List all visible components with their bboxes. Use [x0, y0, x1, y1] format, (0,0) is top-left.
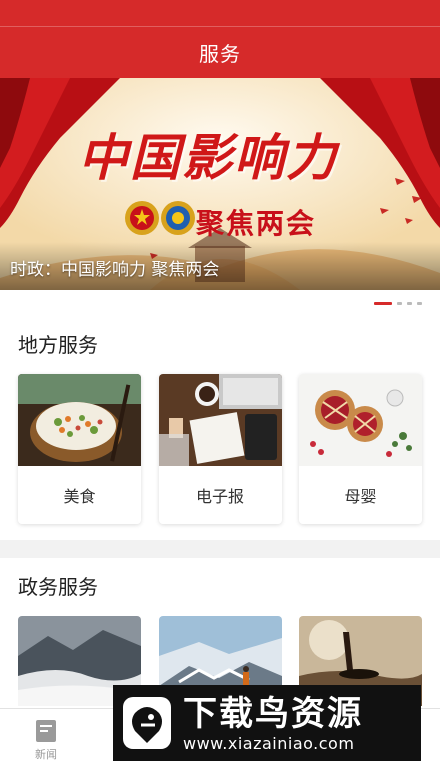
card-label: 美食 [63, 487, 96, 506]
desk-newspaper-photo [158, 374, 282, 466]
tab-label: 新闻 [35, 748, 57, 761]
food-photo [18, 374, 141, 466]
service-card-newspaper[interactable]: 电子报 [158, 374, 282, 524]
national-emblem-icon [125, 201, 159, 235]
card-label: 母婴 [344, 487, 377, 506]
local-services-section: 地方服务 美食 电子报 母婴 [0, 316, 440, 540]
page-title: 服务 [199, 42, 241, 66]
watermark-title: 下载鸟资源 [183, 693, 363, 734]
carousel-dot[interactable] [417, 301, 422, 305]
carousel-dot[interactable] [397, 301, 402, 305]
news-icon [36, 720, 56, 742]
watermark-overlay: 下载鸟资源 www.xiazainiao.com [113, 685, 421, 761]
status-bar [0, 0, 440, 26]
carousel-dot-active[interactable] [374, 301, 392, 305]
section-title: 地方服务 [18, 333, 98, 357]
banner-subline: 聚焦两会 [196, 207, 317, 240]
cppcc-emblem-icon [161, 201, 195, 235]
service-card-maternal[interactable]: 母婴 [299, 374, 422, 524]
card-label: 电子报 [195, 487, 244, 506]
section-divider [0, 540, 440, 558]
watermark-url: www.xiazainiao.com [183, 733, 355, 753]
tab-news[interactable]: 新闻 [24, 720, 68, 762]
title-bar: 服务 [0, 26, 440, 78]
pastry-photo [299, 374, 422, 466]
section-title: 政务服务 [18, 575, 98, 599]
carousel-indicator [0, 290, 440, 316]
bird-logo-icon [123, 697, 171, 749]
carousel-dot[interactable] [407, 301, 412, 305]
banner-headline: 中国影响力 [78, 128, 338, 187]
banner-carousel[interactable]: 中国影响力 聚焦两会 时政：中国影响力 聚焦两会 [0, 78, 440, 290]
banner-caption[interactable]: 时政：中国影响力 聚焦两会 [10, 255, 219, 280]
service-card-food[interactable]: 美食 [18, 374, 141, 524]
